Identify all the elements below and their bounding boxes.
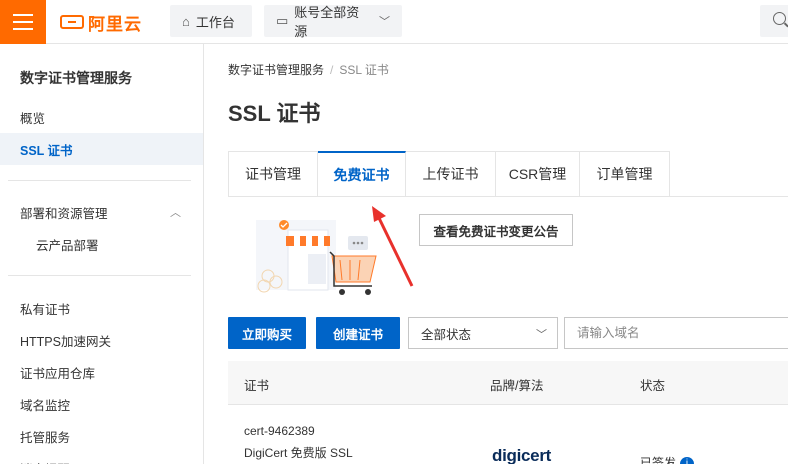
sidebar-item-ssl-certificates[interactable]: SSL 证书: [0, 133, 203, 165]
tab-bar: 证书管理 免费证书 上传证书 CSR管理 订单管理: [228, 151, 670, 197]
breadcrumb-root-link[interactable]: 数字证书管理服务: [228, 63, 324, 77]
logo-text: 阿里云: [88, 14, 142, 34]
column-header-cert: 证书: [244, 379, 270, 393]
main-content: 数字证书管理服务 / SSL 证书 SSL 证书 证书管理 免费证书 上传证书 CS…: [204, 44, 788, 464]
tabs-divider: [228, 196, 788, 197]
sidebar-group-deploy-resources[interactable]: 部署和资源管理 ︿: [0, 196, 203, 228]
aliyun-logo[interactable]: 阿里云: [60, 9, 142, 35]
sidebar-divider: [8, 180, 191, 181]
status-text: 已签发: [640, 456, 677, 464]
resource-group-icon: ▭: [276, 13, 289, 28]
chevron-up-icon: ︿: [170, 207, 181, 219]
breadcrumb: 数字证书管理服务 / SSL 证书: [228, 61, 389, 78]
global-search-button[interactable]: [760, 5, 788, 37]
tab-order-management[interactable]: 订单管理: [580, 151, 670, 197]
column-header-brand: 品牌/算法: [490, 379, 544, 393]
hamburger-menu-icon[interactable]: [0, 0, 46, 44]
home-icon: ⌂: [182, 13, 190, 29]
buy-now-button[interactable]: 立即购买: [228, 317, 306, 349]
sidebar-item-cloud-deploy[interactable]: 云产品部署: [0, 228, 203, 260]
sidebar-item-domain-monitor[interactable]: 域名监控: [0, 388, 203, 420]
aliyun-logo-mark-icon: [60, 15, 84, 29]
create-cert-button[interactable]: 创建证书: [316, 317, 400, 349]
top-navigation-bar: 阿里云 ⌂ 工作台 ▭ 账号全部资源 ﹀: [0, 0, 788, 44]
sidebar-item-managed-service[interactable]: 托管服务: [0, 420, 203, 452]
tab-cert-management[interactable]: 证书管理: [228, 151, 318, 197]
cert-id-link[interactable]: cert-9462389: [244, 424, 315, 438]
sidebar-item-private-certs[interactable]: 私有证书: [0, 292, 203, 324]
brand-name: digicert: [492, 446, 552, 464]
account-resources-label: 账号全部资源: [294, 5, 360, 39]
breadcrumb-separator: /: [330, 63, 334, 77]
column-header-status: 状态: [640, 379, 666, 393]
account-resources-dropdown[interactable]: ▭ 账号全部资源 ﹀: [264, 5, 402, 39]
domain-search-input[interactable]: [564, 317, 788, 349]
sidebar-item-https-gateway[interactable]: HTTPS加速网关: [0, 324, 203, 356]
table-header: 证书 品牌/算法 状态: [228, 361, 788, 405]
sidebar-group-label: 部署和资源管理: [20, 206, 108, 221]
workbench-button[interactable]: ⌂ 工作台: [170, 5, 252, 37]
search-icon: [773, 12, 786, 25]
view-change-notice-button[interactable]: 查看免费证书变更公告: [419, 214, 573, 246]
sidebar: 数字证书管理服务 概览 SSL 证书 部署和资源管理 ︿ 云产品部署 私有证书 …: [0, 44, 204, 464]
tab-upload-cert[interactable]: 上传证书: [406, 151, 496, 197]
cert-name: DigiCert 免费版 SSL: [244, 446, 353, 460]
chevron-down-icon: ﹀: [536, 329, 547, 341]
status-filter-select[interactable]: 全部状态 ﹀: [408, 317, 558, 349]
page-title: SSL 证书: [228, 101, 321, 126]
sidebar-divider: [8, 275, 191, 276]
status-filter-value: 全部状态: [421, 327, 472, 342]
annotation-arrow-icon: [372, 206, 414, 287]
sidebar-item-notifications[interactable]: 消息提醒: [0, 452, 203, 464]
sidebar-title: 数字证书管理服务: [20, 70, 132, 86]
workbench-label: 工作台: [195, 14, 235, 30]
tab-csr-management[interactable]: CSR管理: [496, 151, 580, 197]
info-icon[interactable]: i: [680, 456, 695, 464]
sidebar-item-cert-repository[interactable]: 证书应用仓库: [0, 356, 203, 388]
sidebar-item-overview[interactable]: 概览: [0, 101, 203, 133]
cert-status: 已签发 i: [640, 454, 695, 464]
tab-free-certs[interactable]: 免费证书: [318, 151, 406, 197]
chevron-down-icon: ﹀: [379, 16, 390, 28]
breadcrumb-current: SSL 证书: [339, 63, 389, 77]
digicert-brand-logo: digicert: [492, 446, 551, 464]
